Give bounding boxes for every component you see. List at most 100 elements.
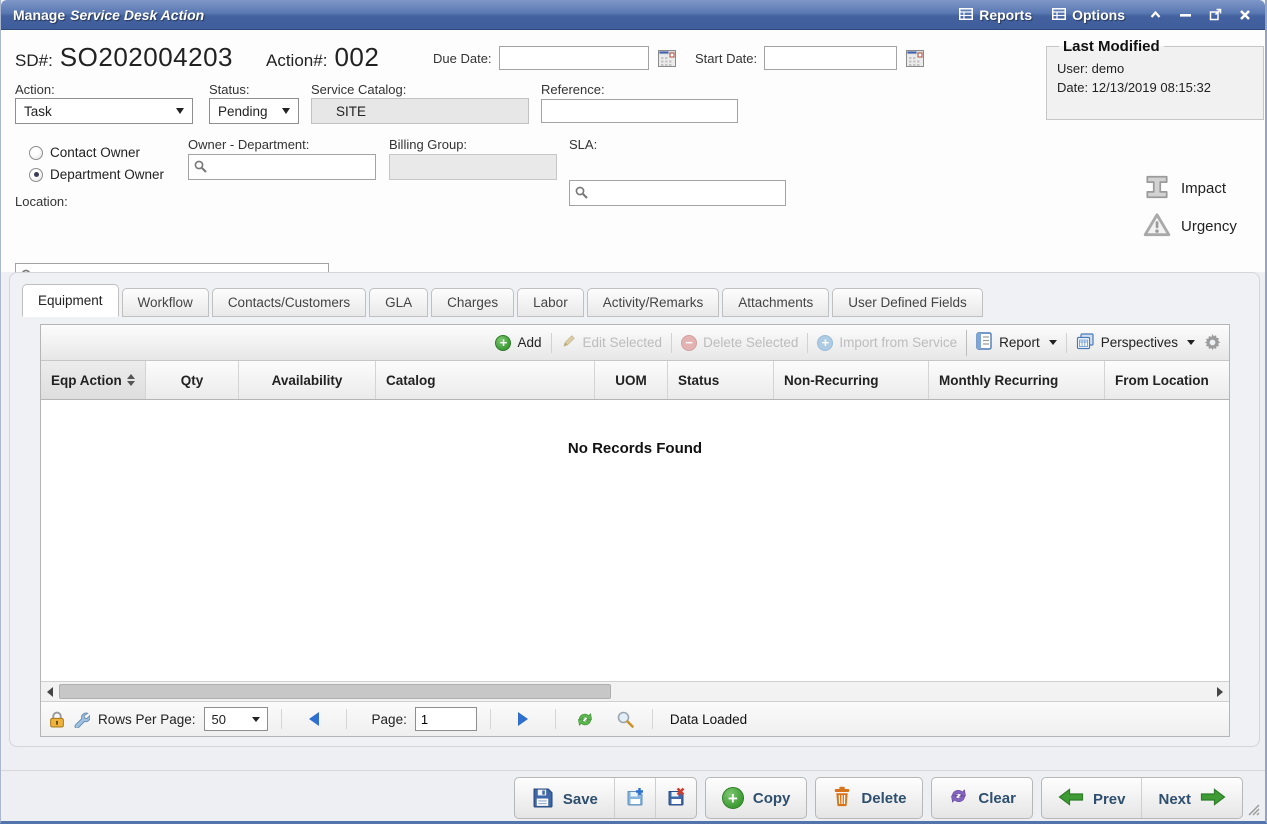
copy-plus-icon: + (722, 787, 744, 809)
page-number-input[interactable] (415, 707, 477, 731)
column-header-from-location[interactable]: From Location (1105, 361, 1229, 399)
scroll-right-icon[interactable] (1211, 682, 1229, 701)
due-date-calendar-icon[interactable] (658, 50, 676, 67)
urgency-control[interactable]: Urgency (1143, 211, 1237, 242)
tab-contacts-customers[interactable]: Contacts/Customers (212, 288, 366, 317)
save-button[interactable]: Save (515, 778, 615, 819)
save-and-close-button[interactable] (656, 778, 696, 819)
search-records-icon[interactable] (617, 711, 634, 728)
grid-pager: Rows Per Page: 50 Page: (41, 701, 1229, 736)
reports-icon (959, 7, 973, 23)
next-page-icon[interactable] (518, 712, 528, 726)
column-header-catalog[interactable]: Catalog (376, 361, 595, 399)
titlebar: ManageService Desk Action Reports Option… (1, 0, 1265, 30)
column-header-eqp-action[interactable]: Eqp Action (41, 361, 146, 399)
start-date-calendar-icon[interactable] (906, 50, 924, 67)
options-label: Options (1072, 7, 1125, 23)
tab-charges[interactable]: Charges (431, 288, 514, 317)
options-icon (1052, 7, 1066, 23)
column-header-status[interactable]: Status (668, 361, 774, 399)
toolbar-separator (807, 333, 808, 353)
add-plus-icon: + (495, 335, 511, 351)
window-title: ManageService Desk Action (13, 7, 204, 23)
department-owner-label: Department Owner (50, 167, 164, 182)
column-header-monthly-recurring[interactable]: Monthly Recurring (929, 361, 1105, 399)
tab-workflow[interactable]: Workflow (122, 288, 209, 317)
reference-input[interactable] (541, 99, 738, 123)
contact-owner-radio[interactable]: Contact Owner (29, 145, 140, 160)
tab-labor[interactable]: Labor (517, 288, 584, 317)
next-button[interactable]: Next (1142, 778, 1242, 819)
report-menu-button[interactable]: Report (976, 332, 1057, 353)
radio-checked-icon (29, 168, 43, 182)
edit-selected-button[interactable]: Edit Selected (561, 333, 663, 352)
reports-button[interactable]: Reports (959, 7, 1032, 23)
sd-number-value: SO202004203 (60, 42, 233, 73)
due-date-input[interactable] (499, 46, 649, 70)
column-header-non-recurring[interactable]: Non-Recurring (774, 361, 929, 399)
contact-owner-label: Contact Owner (50, 145, 140, 160)
scrollbar-thumb[interactable] (59, 684, 611, 699)
billing-group-label: Billing Group: (389, 137, 467, 152)
toolbar-separator (1066, 333, 1067, 353)
tab-user-defined-fields[interactable]: User Defined Fields (832, 288, 983, 317)
tab-activity-remarks[interactable]: Activity/Remarks (587, 288, 720, 317)
impact-control[interactable]: Impact (1143, 173, 1226, 204)
pager-separator (346, 709, 347, 729)
sort-icon (127, 374, 135, 386)
urgency-label: Urgency (1181, 218, 1237, 235)
chevron-down-icon (282, 108, 290, 114)
gear-icon[interactable] (1204, 334, 1221, 351)
radio-icon (29, 146, 43, 160)
popout-icon[interactable] (1209, 8, 1222, 21)
service-catalog-label: Service Catalog: (311, 82, 406, 97)
delete-button[interactable]: Delete (815, 777, 923, 819)
clear-button[interactable]: Clear (931, 777, 1033, 819)
delete-selected-button[interactable]: − Delete Selected (681, 335, 798, 351)
grid-body: No Records Found (41, 400, 1229, 681)
lock-icon[interactable] (49, 711, 65, 728)
detail-tab-panel: Equipment Workflow Contacts/Customers GL… (9, 272, 1260, 747)
rows-per-page-select[interactable]: 50 (204, 707, 268, 731)
previous-page-icon[interactable] (309, 712, 319, 726)
chevron-down-icon (252, 717, 260, 722)
status-select[interactable]: Pending (209, 98, 299, 124)
start-date-input[interactable] (764, 46, 897, 70)
save-and-new-button[interactable] (615, 778, 656, 819)
rows-per-page-label: Rows Per Page: (98, 712, 196, 727)
status-select-value: Pending (218, 104, 268, 119)
scroll-left-icon[interactable] (41, 682, 59, 701)
footer-divider (1, 770, 1265, 771)
action-select[interactable]: Task (15, 98, 193, 124)
copy-button[interactable]: + Copy (705, 777, 808, 819)
refresh-icon[interactable] (575, 711, 595, 728)
perspectives-menu-button[interactable]: Perspectives (1076, 333, 1195, 353)
minimize-icon[interactable] (1179, 10, 1192, 20)
chevron-down-icon (1049, 340, 1057, 345)
sd-number-label: SD#: (15, 51, 53, 71)
status-label: Status: (209, 82, 249, 97)
sla-label: SLA: (569, 137, 597, 152)
equipment-grid: + Add Edit Selected − Delete Selected (40, 324, 1230, 737)
close-icon[interactable] (1239, 9, 1251, 21)
column-header-availability[interactable]: Availability (239, 361, 376, 399)
tab-attachments[interactable]: Attachments (722, 288, 829, 317)
wrench-icon[interactable] (73, 711, 90, 728)
column-header-qty[interactable]: Qty (146, 361, 239, 399)
import-from-service-button[interactable]: + Import from Service (817, 335, 957, 351)
owner-department-input[interactable] (188, 154, 376, 180)
resize-grip[interactable] (1245, 801, 1260, 819)
department-owner-radio[interactable]: Department Owner (29, 167, 164, 182)
due-date-label: Due Date: (433, 51, 492, 66)
tab-equipment[interactable]: Equipment (22, 284, 119, 317)
tab-gla[interactable]: GLA (369, 288, 428, 317)
sla-input[interactable] (569, 180, 786, 206)
pager-status: Data Loaded (670, 712, 747, 727)
chevron-down-icon (1187, 340, 1195, 345)
horizontal-scrollbar[interactable] (41, 681, 1229, 701)
collapse-icon[interactable] (1149, 10, 1162, 19)
prev-button[interactable]: Prev (1042, 778, 1143, 819)
add-button[interactable]: + Add (495, 335, 541, 351)
options-button[interactable]: Options (1052, 7, 1125, 23)
column-header-uom[interactable]: UOM (595, 361, 668, 399)
